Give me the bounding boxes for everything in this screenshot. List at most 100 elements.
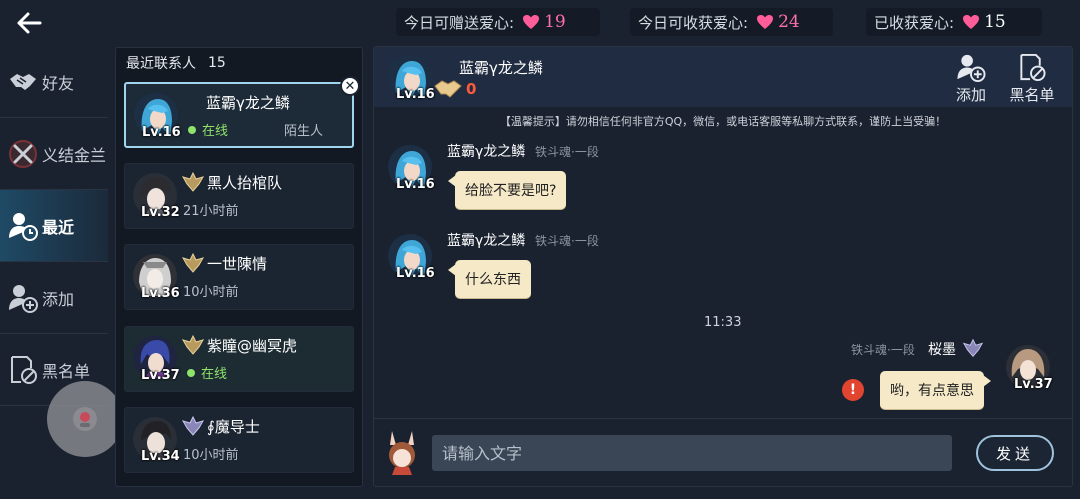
add-user-icon [957,54,986,82]
sender-rank: 铁斗魂·一段 [535,234,599,248]
nav-item-label: 义结金兰 [42,145,107,165]
rank-badge-icon [181,334,205,356]
avatar: Lv.16 [132,91,181,143]
close-icon[interactable]: ✕ [340,76,360,96]
recent-contact-icon [6,209,40,243]
level-label: Lv.36 [141,286,180,301]
last-seen: 10小时前 [183,285,239,300]
message-bubble: 给脸不要是吧? [448,171,567,209]
last-seen: 10小时前 [183,448,239,463]
message-bubble: 哟，有点意思 [880,371,991,409]
contact-name: ∮魔导士 [207,418,260,436]
rank-badge-icon [962,337,984,359]
sender-name: 蓝霸γ龙之鳞 [447,144,526,160]
nav-item-friends[interactable]: 好友 [0,46,108,118]
level-label: Lv.16 [142,125,181,140]
message-text: 给脸不要是吧? [465,183,557,199]
daily-give-label: 今日可赠送爱心: [404,13,515,32]
online-status: 在线 [187,363,227,382]
nav-item-label: 最近 [42,217,75,237]
nav-item-add[interactable]: 添加 [0,262,108,334]
handshake-icon [6,65,40,99]
online-dot-icon [187,368,195,377]
send-button[interactable]: 发送 [976,435,1054,471]
daily-give-value: 19 [544,12,566,32]
level-label: Lv.16 [396,177,435,192]
contact-card[interactable]: Lv.16 蓝霸γ龙之鳞 在线 陌生人 ✕ [124,76,360,148]
online-label: 在线 [202,124,229,139]
avatar: Lv.32 [131,171,180,223]
daily-receive-hearts: 今日可收获爱心: 24 [630,8,833,36]
daily-give-hearts: 今日可赠送爱心: 19 [396,8,600,36]
avatar: Lv.34 [131,415,180,467]
level-label: Lv.16 [396,266,435,281]
level-label: Lv.37 [141,368,180,383]
contact-name: 一世陳情 [207,255,268,273]
sender-rank: 铁斗魂·一段 [851,343,915,357]
heart-icon [522,14,540,30]
daily-receive-value: 24 [778,12,800,32]
rank-badge-icon [181,252,205,274]
contact-card[interactable]: Lv.34 ∮魔导士 10小时前 [124,407,354,473]
contact-card[interactable]: Lv.36 一世陳情 10小时前 [124,244,354,310]
online-label: 在线 [201,367,228,382]
online-dot-icon [188,125,196,134]
recent-contacts-panel: 最近联系人 15 Lv.16 蓝霸γ龙之鳞 在线 陌生人 ✕ Lv.32 黑人抬… [115,47,363,487]
received-hearts-label: 已收获爱心: [874,13,955,32]
level-label: Lv.37 [1014,377,1053,392]
warning-icon[interactable]: ! [842,379,864,401]
heart-icon [962,14,980,30]
nav-item-recent[interactable]: 最近 [0,190,108,262]
level-label: Lv.32 [141,205,180,220]
contacts-title: 最近联系人 [126,56,196,72]
online-status: 在线 [188,120,228,139]
avatar: Lv.37 [131,334,180,386]
add-user-icon [6,281,40,315]
avatar[interactable] [382,429,422,477]
assistant-bubble-icon [73,407,97,431]
contact-name: 紫瞳@幽冥虎 [207,337,298,355]
contact-card[interactable]: Lv.32 黑人抬棺队 21小时前 [124,163,354,229]
message-text: 哟，有点意思 [890,383,974,399]
avatar[interactable]: Lv.37 [1004,343,1053,395]
stranger-tag: 陌生人 [284,124,324,139]
blacklist-icon [1020,53,1046,82]
avatar[interactable]: Lv.16 [386,53,435,105]
blacklist-button[interactable]: 黑名单 [1004,53,1060,105]
back-button[interactable] [12,6,46,40]
nav-item-sworn-siblings[interactable]: 义结金兰 [0,118,108,190]
message-time: 11:33 [704,315,742,330]
crossed-swords-icon [6,137,40,171]
message-text: 什么东西 [465,272,521,288]
contacts-count: 15 [208,55,226,71]
chat-partner-name: 蓝霸γ龙之鳞 [459,59,543,77]
message-bubble: 什么东西 [448,260,531,298]
heart-icon [756,14,774,30]
floating-assistant-button[interactable] [47,381,123,457]
avatar[interactable]: Lv.16 [386,143,435,195]
nav-item-label: 添加 [42,289,75,309]
contacts-header: 最近联系人 15 [116,48,362,78]
intimacy-value: 0 [466,80,477,98]
avatar[interactable]: Lv.16 [386,232,435,284]
side-nav: 好友 义结金兰 最近 添加 黑名单 [0,46,108,406]
chat-input-bar: 发送 [374,418,1072,486]
contact-name: 蓝霸γ龙之鳞 [206,94,290,112]
daily-receive-label: 今日可收获爱心: [638,13,749,32]
blacklist-icon [6,353,40,387]
sender-name: 桜墨 [928,342,956,358]
received-hearts-value: 15 [984,12,1006,32]
nav-item-label: 好友 [42,73,75,93]
contact-name: 黑人抬棺队 [207,174,283,192]
message-input[interactable] [432,435,952,471]
add-friend-button[interactable]: 添加 [949,53,993,105]
chat-panel: Lv.16 蓝霸γ龙之鳞 0 添加 黑名单 【温馨提示】请勿相信任何非官方QQ，… [373,46,1073,487]
received-hearts: 已收获爱心: 15 [866,8,1042,36]
last-seen: 21小时前 [183,204,239,219]
back-arrow-icon [17,12,42,34]
avatar: Lv.36 [131,252,180,304]
chat-header: Lv.16 蓝霸γ龙之鳞 0 添加 黑名单 [374,47,1072,107]
contact-card[interactable]: Lv.37 紫瞳@幽冥虎 在线 [124,326,354,392]
rank-badge-icon [181,171,205,193]
add-friend-label: 添加 [955,86,986,104]
